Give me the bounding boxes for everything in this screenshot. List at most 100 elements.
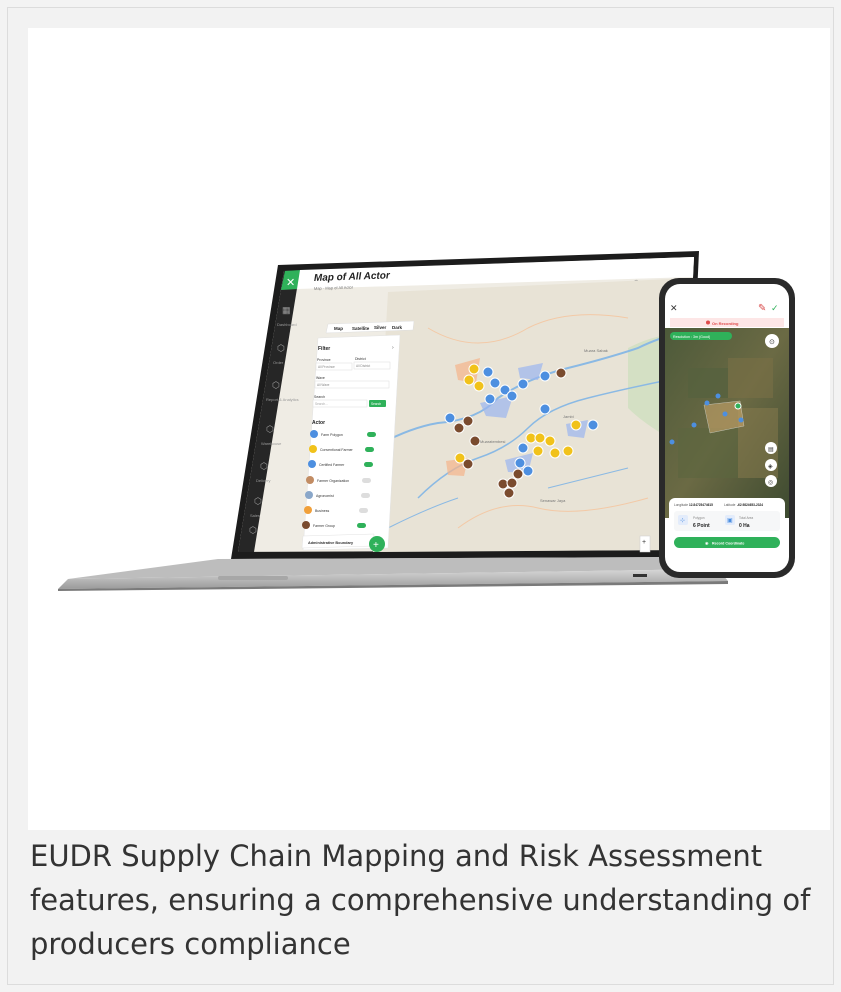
province-label: Province (317, 358, 331, 362)
actor-item-farmer-organization: Farmer Organization (317, 479, 349, 483)
certified-farmer-icon (308, 460, 316, 468)
tab-map[interactable]: Map (334, 326, 343, 331)
marker-certified-farmer[interactable] (532, 445, 544, 457)
sidebar-item-dashboard[interactable]: Dashboard (277, 322, 297, 327)
marker-conventional-farmer[interactable] (482, 366, 494, 378)
polygon-point (738, 417, 744, 423)
longitude-value: 12.84725474615 (689, 503, 713, 507)
sidebar-item-order[interactable]: Order (273, 360, 284, 365)
record-coordinate-label: Record Coordinate (712, 542, 744, 546)
order-icon[interactable]: ⬡ (277, 343, 285, 353)
polygon-point (704, 400, 710, 406)
marker-certified-farmer[interactable] (570, 419, 582, 431)
tab-silver[interactable]: Silver (374, 325, 387, 330)
locate-icon: ◎ (768, 480, 773, 486)
record-dot-icon (706, 320, 710, 325)
latitude-value: -62.9824653-2324 (737, 503, 763, 507)
marker-certified-farmer[interactable] (473, 380, 485, 392)
marker-conventional-farmer[interactable] (539, 370, 551, 382)
actor-toggle-business[interactable] (359, 508, 368, 513)
coordinate-sheet (669, 498, 785, 568)
laptop-mockup: ✕ ▦ Dashboard ⬡ Order ⬡ Report & Analyti… (58, 251, 728, 591)
marker-certified-farmer[interactable] (549, 447, 561, 459)
map-label-muara-sabak: Muara Sabak (584, 348, 608, 353)
actor-toggle-farmer-organization[interactable] (362, 478, 371, 483)
map-label-muaratembesi: Muaratembesi (480, 439, 505, 444)
layers-icon: ◈ (768, 464, 773, 470)
sidebar-item-warehouse[interactable]: Warehouse (261, 441, 282, 446)
polygon-point (715, 393, 721, 399)
product-hero-image: ✕ ▦ Dashboard ⬡ Order ⬡ Report & Analyti… (28, 28, 830, 830)
map-label-senawar-jaya: Senawar Jaya (540, 498, 566, 503)
delivery-icon[interactable]: ⬡ (260, 461, 268, 471)
marker-conventional-farmer[interactable] (444, 412, 456, 424)
district-select-value: All District (356, 364, 370, 368)
marker-farmer-organization[interactable] (462, 458, 474, 470)
close-icon[interactable]: ✕ (670, 303, 678, 313)
logo-glyph: ✕ (286, 277, 295, 289)
actor-title: Actor (312, 420, 325, 426)
sidebar-item-report[interactable]: Report & Analytics (266, 397, 299, 402)
marker-conventional-farmer[interactable] (517, 442, 529, 454)
zoom-in-icon[interactable]: + (642, 539, 646, 546)
marker-conventional-farmer[interactable] (517, 378, 529, 390)
marker-farmer-organization[interactable] (462, 415, 474, 427)
actor-toggle-conventional-farmer[interactable] (365, 447, 374, 452)
marker-farmer-organization[interactable] (512, 468, 524, 480)
actor-toggle-agronomist[interactable] (361, 493, 370, 498)
actor-toggle-farmer-group[interactable] (357, 523, 366, 528)
actor-item-agronomist: Agronomist (316, 494, 334, 498)
longitude-label: Longitude (674, 503, 688, 507)
settings-icon[interactable]: ⬡ (249, 525, 257, 535)
report-icon[interactable]: ⬡ (272, 380, 280, 390)
tab-dark[interactable]: Dark (392, 325, 403, 330)
area-value: 0 Ha (739, 523, 750, 529)
admin-boundary-label[interactable]: Administrative Boundary (308, 541, 354, 545)
latitude-label: Latitude (724, 503, 736, 507)
marker-farmer-organization[interactable] (469, 435, 481, 447)
filter-title: Filter (318, 346, 330, 352)
marker-certified-farmer[interactable] (562, 445, 574, 457)
sidebar-item-sales[interactable]: Sales (250, 513, 260, 518)
actor-item-business: Business (315, 509, 329, 513)
marker-certified-farmer[interactable] (544, 435, 556, 447)
trackpad-notch (218, 576, 288, 580)
search-placeholder: Search... (315, 402, 328, 406)
actor-toggle-certified-farmer[interactable] (364, 462, 373, 467)
plus-icon: + (373, 540, 379, 551)
marker-farmer-organization[interactable] (503, 487, 515, 499)
marker-conventional-farmer[interactable] (489, 377, 501, 389)
search-button-label: Search (371, 402, 381, 406)
warehouse-icon[interactable]: ⬡ (266, 424, 274, 434)
farmer-group-icon (302, 521, 310, 529)
brush-icon[interactable]: ✎ (758, 303, 766, 314)
phone-mockup: ✕ ✎ ✓ On Recording Resolution : 3m (Good… (659, 278, 795, 578)
actor-toggle-farm-polygon[interactable] (367, 432, 376, 437)
marker-certified-farmer[interactable] (468, 363, 480, 375)
tab-satellite[interactable]: Satellite (352, 326, 370, 331)
marker-conventional-farmer[interactable] (484, 393, 496, 405)
marker-farmer-organization[interactable] (453, 422, 465, 434)
check-icon[interactable]: ✓ (771, 303, 779, 313)
wave-label: Wave (316, 376, 325, 380)
dashboard-icon[interactable]: ▦ (282, 305, 291, 315)
marker-farmer-organization[interactable] (506, 477, 518, 489)
sales-icon[interactable]: ⬡ (254, 496, 262, 506)
marker-certified-farmer[interactable] (534, 432, 546, 444)
actor-item-conventional-farmer: Conventional Farmer (320, 448, 354, 452)
marker-conventional-farmer[interactable] (539, 403, 551, 415)
record-icon: ◉ (705, 541, 709, 546)
marker-conventional-farmer[interactable] (587, 419, 599, 431)
marker-conventional-farmer[interactable] (522, 465, 534, 477)
marker-farmer-organization[interactable] (497, 478, 509, 490)
card-caption: EUDR Supply Chain Mapping and Risk Asses… (30, 839, 811, 961)
marker-certified-farmer[interactable] (463, 374, 475, 386)
marker-conventional-farmer[interactable] (506, 390, 518, 402)
farm-polygon-icon (310, 430, 318, 438)
polygon-label: Polygon (693, 516, 705, 520)
polygon-point (691, 422, 697, 428)
sidebar-item-delivery[interactable]: Delivery (256, 478, 270, 483)
marker-conventional-farmer[interactable] (514, 457, 526, 469)
marker-farmer-organization[interactable] (555, 367, 567, 379)
province-select-value: All Province (318, 365, 335, 369)
